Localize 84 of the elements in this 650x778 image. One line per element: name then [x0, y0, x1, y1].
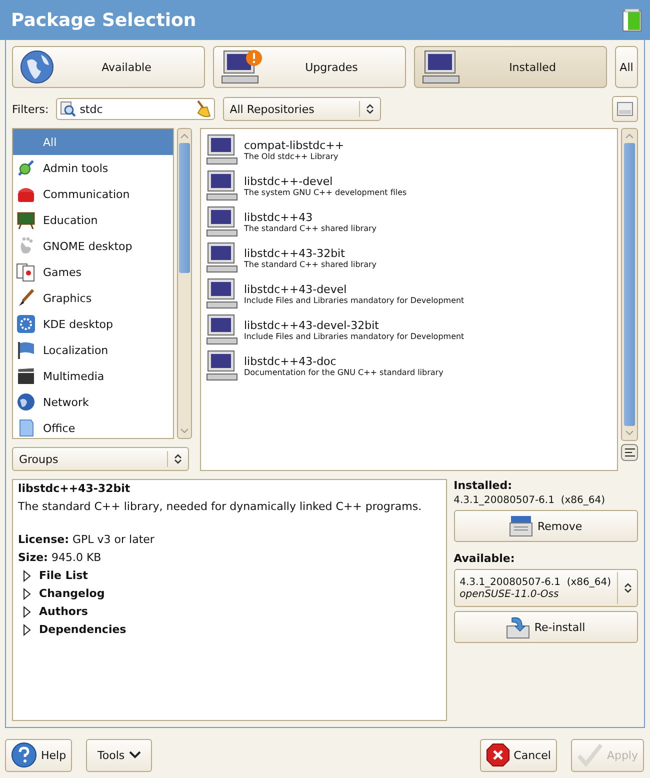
package-item[interactable]: libstdc++43-devel-32bit Include Files and Libraries mandatory for Development: [206, 312, 612, 348]
caret-icon: [128, 751, 141, 759]
checkmark-icon: [576, 743, 603, 767]
installed-version: 4.3.1_20080507-6.1 (x86_64): [454, 495, 606, 506]
repository-dropdown[interactable]: All Repositories: [222, 97, 381, 121]
view-tab[interactable]: Installed: [414, 46, 607, 88]
remove-button[interactable]: Remove: [454, 510, 638, 542]
computer-icon: [206, 134, 238, 166]
chalkboard-icon: [16, 210, 36, 230]
columns-button[interactable]: [621, 444, 638, 461]
expander[interactable]: Dependencies: [18, 623, 441, 636]
question-icon: [11, 742, 37, 768]
computer-icon: [206, 170, 238, 202]
computer-icon: [206, 206, 238, 238]
app-icon: [622, 8, 642, 32]
detail-field: Size: 945.0 KB: [18, 551, 441, 564]
filters-label: Filters:: [12, 102, 49, 116]
cards-icon: [16, 262, 36, 282]
gear-icon: [16, 314, 36, 334]
group-item[interactable]: Multimedia: [13, 363, 173, 389]
triangle-right-icon: [23, 570, 31, 582]
broom-icon[interactable]: [194, 100, 211, 118]
package-item[interactable]: libstdc++43-32bit The standard C++ shared library: [206, 240, 612, 276]
group-item[interactable]: Games: [13, 259, 173, 285]
package-description: The standard C++ library, needed for dynamically linked C++ programs.: [18, 500, 423, 513]
brush-icon: [16, 288, 36, 308]
group-item[interactable]: Office: [13, 415, 173, 438]
expander[interactable]: Authors: [18, 605, 441, 618]
globe-icon: [16, 392, 36, 412]
stop-icon: [486, 743, 510, 767]
computer-icon: [206, 350, 238, 382]
triangle-right-icon: [23, 624, 31, 636]
package-item[interactable]: libstdc++43 The standard C++ shared library: [206, 204, 612, 240]
expander[interactable]: Changelog: [18, 587, 441, 600]
package-item[interactable]: libstdc++43-doc Documentation for the GNU C++ standard library: [206, 348, 612, 384]
triangle-right-icon: [23, 588, 31, 600]
expander[interactable]: File List: [18, 569, 441, 582]
package-item[interactable]: libstdc++-devel The system GNU C++ development files: [206, 168, 612, 204]
globe-icon: [19, 49, 55, 85]
available-label: Available:: [454, 552, 516, 565]
installed-label: Installed:: [454, 479, 514, 492]
groups-dropdown[interactable]: Groups: [12, 447, 189, 471]
drive-icon: [509, 515, 534, 537]
clapperboard-icon: [16, 366, 36, 386]
group-item[interactable]: GNOME desktop: [13, 233, 173, 259]
view-tab[interactable]: Available: [12, 46, 205, 88]
updown-icon: [366, 103, 374, 115]
list-icon: [624, 448, 634, 457]
group-item[interactable]: Education: [13, 207, 173, 233]
computer-warning-icon: [220, 49, 264, 85]
package-item[interactable]: libstdc++43-devel Include Files and Libraries mandatory for Development: [206, 276, 612, 312]
drive-arrow-icon: [506, 615, 530, 639]
updown-icon: [624, 582, 632, 594]
computer-icon: [206, 242, 238, 274]
reinstall-button[interactable]: Re-install: [454, 611, 638, 643]
panel-icon: [617, 102, 633, 116]
group-item[interactable]: Admin tools: [13, 155, 173, 181]
flag-icon: [16, 340, 36, 360]
version-dropdown[interactable]: 4.3.1_20080507-6.1 (x86_64) openSUSE-11.0-Oss: [454, 569, 638, 607]
package-item[interactable]: compat-libstdc++ The Old stdc++ Library: [206, 132, 612, 168]
tools-menu-button[interactable]: Tools: [86, 738, 152, 772]
cancel-button[interactable]: Cancel: [480, 738, 557, 772]
window-title: Package Selection: [11, 10, 196, 30]
group-item[interactable]: Communication: [13, 181, 173, 207]
updown-icon: [174, 453, 182, 465]
group-item[interactable]: All: [13, 129, 173, 155]
group-item[interactable]: Network: [13, 389, 173, 415]
help-button[interactable]: Help: [5, 738, 72, 772]
computer-icon: [206, 314, 238, 346]
group-item[interactable]: Graphics: [13, 285, 173, 311]
view-tab[interactable]: Upgrades: [213, 46, 406, 88]
wrench-icon: [16, 158, 36, 178]
package-name: libstdc++43-32bit: [18, 482, 132, 495]
scrollbar[interactable]: [621, 128, 638, 441]
search-icon: [60, 101, 76, 117]
triangle-right-icon: [23, 606, 31, 618]
search-field[interactable]: stdc: [56, 98, 215, 120]
scrollbar[interactable]: [177, 128, 192, 439]
detail-field: License: GPL v3 or later: [18, 533, 441, 546]
group-item[interactable]: KDE desktop: [13, 311, 173, 337]
view-tab[interactable]: All: [615, 46, 638, 88]
details-toggle-button[interactable]: [612, 96, 638, 122]
group-item[interactable]: Localization: [13, 337, 173, 363]
computer-icon: [206, 278, 238, 310]
